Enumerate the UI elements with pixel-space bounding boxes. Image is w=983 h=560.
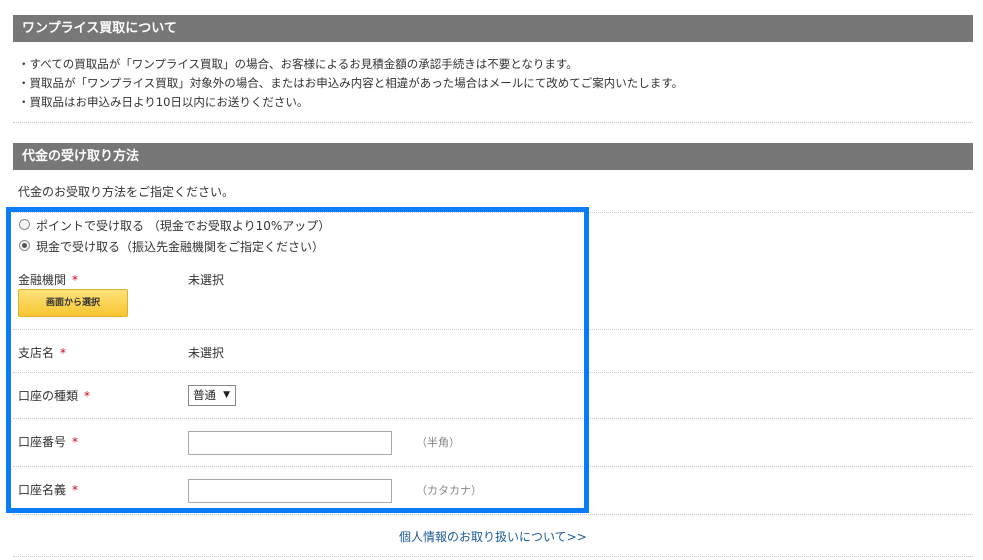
info-bullet-3: ・買取品はお申込み日より10日以内にお送りください。	[18, 95, 309, 109]
divider	[13, 556, 973, 557]
info-bullet-1: ・すべての買取品が「ワンプライス買取」の場合、お客様によるお見積金額の承認手続き…	[18, 57, 578, 71]
highlight-box	[6, 207, 589, 513]
privacy-policy-link[interactable]: 個人情報のお取り扱いについて>>	[399, 528, 587, 545]
section-header-one-price: ワンプライス買取について	[13, 15, 973, 42]
info-bullet-2: ・買取品が「ワンプライス買取」対象外の場合、またはお申込み内容と相違があった場合…	[18, 76, 684, 90]
payment-instruction: 代金のお受取り方法をご指定ください。	[18, 185, 235, 199]
divider	[13, 514, 973, 515]
section-header-payment-method: 代金の受け取り方法	[13, 143, 973, 170]
divider	[13, 122, 973, 123]
